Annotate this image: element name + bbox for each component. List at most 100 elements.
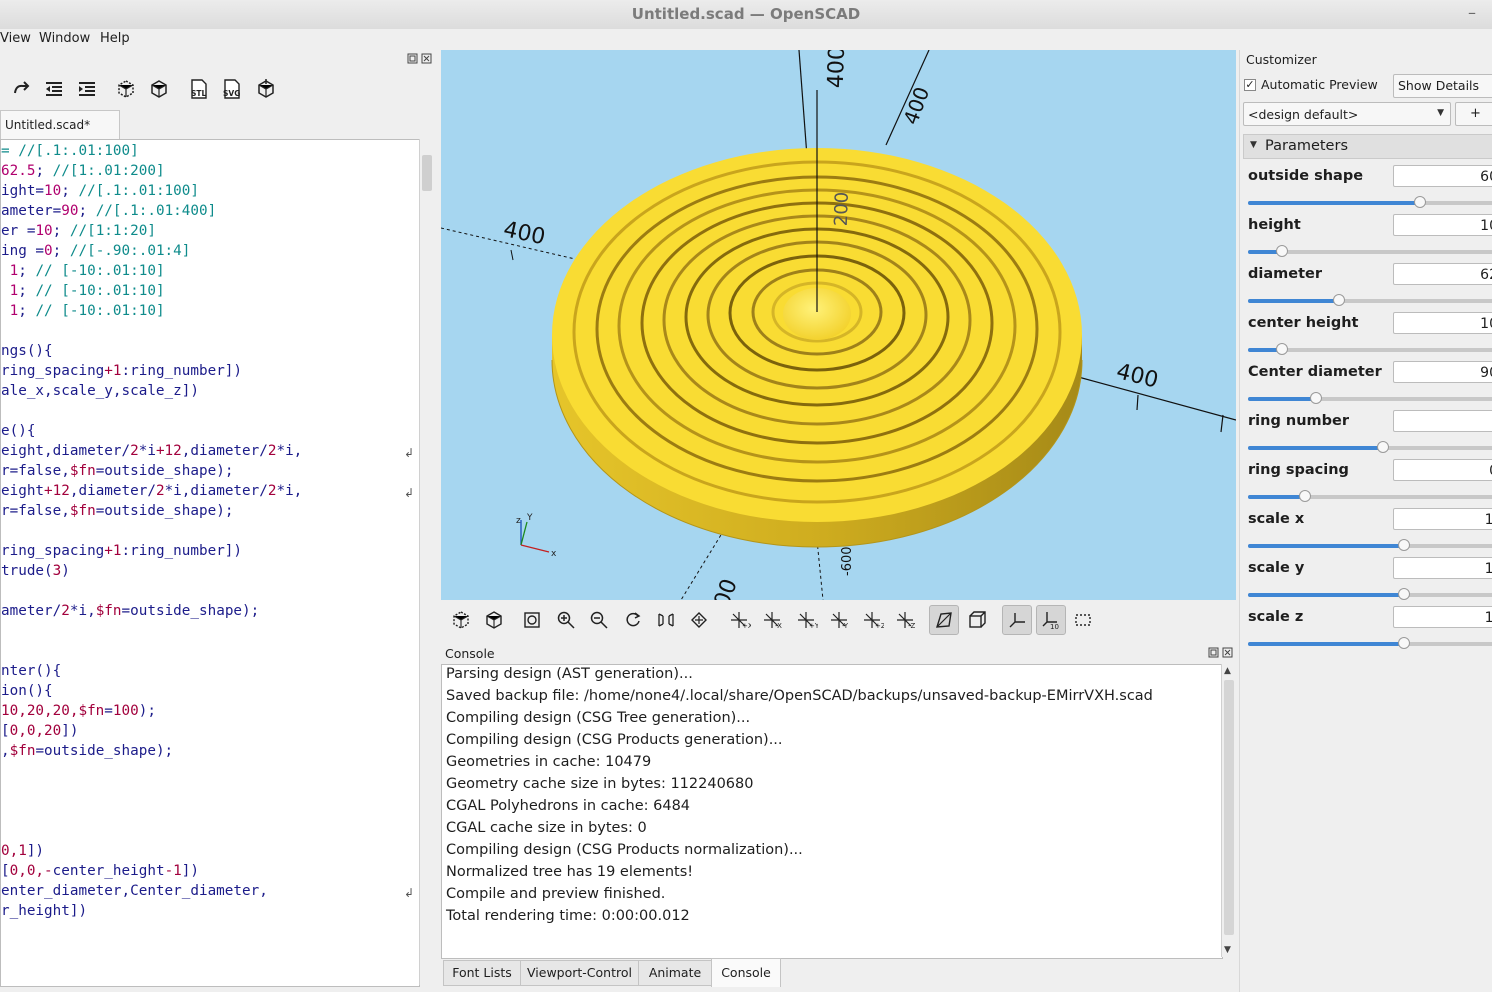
param-value-input[interactable]: 90 <box>1393 361 1492 383</box>
scrollbar-thumb[interactable] <box>422 155 432 191</box>
parameters-section-header[interactable]: ▼ Parameters <box>1243 134 1492 159</box>
slider-handle[interactable] <box>1299 490 1312 502</box>
code-line[interactable]: ight=10; //[.1:.01:100] <box>1 181 199 201</box>
tab-animate[interactable]: Animate <box>638 960 712 986</box>
perspective-icon[interactable] <box>654 608 678 632</box>
export-stl-icon[interactable]: STL <box>187 77 211 101</box>
menu-window[interactable]: Window <box>39 31 90 46</box>
view-front-icon[interactable]: -Y <box>828 608 852 632</box>
reset-view-icon[interactable] <box>621 608 645 632</box>
code-line[interactable]: ameter=90; //[.1:.01:400] <box>1 201 216 221</box>
export-svg-icon[interactable]: SVG <box>220 77 244 101</box>
param-value-input[interactable]: 1. <box>1393 508 1492 530</box>
zoom-in-icon[interactable] <box>554 608 578 632</box>
view-top-icon[interactable]: +Z <box>861 608 885 632</box>
console-output[interactable]: Parsing design (AST generation)... Saved … <box>441 664 1223 959</box>
menu-view[interactable]: View <box>0 31 31 46</box>
slider-handle[interactable] <box>1275 245 1288 257</box>
code-line[interactable]: eight+12,diameter/2*i,diameter/2*i, <box>1 481 302 501</box>
menu-help[interactable]: Help <box>100 31 130 46</box>
preview-icon[interactable] <box>114 77 138 101</box>
param-value-input[interactable]: 1. <box>1393 557 1492 579</box>
tab-untitled-scad[interactable]: Untitled.scad* <box>0 110 120 139</box>
code-line[interactable]: enter_diameter,Center_diameter, <box>1 881 268 901</box>
code-line[interactable]: 1; // [-10:.01:10] <box>1 281 165 301</box>
code-line[interactable]: r=false,$fn=outside_shape); <box>1 501 233 521</box>
code-editor[interactable]: = //[.1:.01:100] 62.5; //[1:.01:200] ight=… <box>0 139 420 987</box>
show-axes-icon[interactable] <box>1002 605 1032 635</box>
view-right-icon[interactable]: +X <box>728 608 752 632</box>
code-line[interactable]: nter(){ <box>1 661 61 681</box>
3d-viewport[interactable]: 400 400 400 400 200 00 -600 z Y x <box>441 50 1236 600</box>
code-line[interactable]: eight,diameter/2*i+12,diameter/2*i, <box>1 441 302 461</box>
window-titlebar[interactable]: Untitled.scad — OpenSCAD – <box>0 0 1492 30</box>
automatic-preview-checkbox[interactable]: ✓ <box>1244 79 1256 91</box>
code-line[interactable]: 10,20,20,$fn=100); <box>1 701 156 721</box>
indent-icon[interactable] <box>75 77 99 101</box>
code-line[interactable]: 0,1]) <box>1 841 44 861</box>
code-line[interactable]: = //[.1:.01:100] <box>1 141 139 161</box>
param-slider[interactable] <box>1248 588 1492 600</box>
code-line[interactable]: ring_spacing+1:ring_number]) <box>1 361 242 381</box>
param-slider[interactable] <box>1248 343 1492 355</box>
slider-handle[interactable] <box>1398 539 1410 551</box>
export-3d-icon[interactable] <box>254 77 278 101</box>
unindent-icon[interactable] <box>42 77 66 101</box>
code-line[interactable]: ing =0; //[-.90:.01:4] <box>1 241 190 261</box>
code-line[interactable]: [0,0,-center_height-1]) <box>1 861 199 881</box>
code-line[interactable]: trude(3) <box>1 561 70 581</box>
view-left-icon[interactable]: -X <box>761 608 785 632</box>
param-value-input[interactable] <box>1393 410 1492 432</box>
perspective-toggle-icon[interactable] <box>929 605 959 635</box>
view-all-icon[interactable] <box>520 608 544 632</box>
param-value-input[interactable]: 10 <box>1393 312 1492 334</box>
minimize-button[interactable]: – <box>1468 3 1476 22</box>
param-value-input[interactable]: 60 <box>1393 165 1492 187</box>
code-line[interactable]: ngs(){ <box>1 341 53 361</box>
param-value-input[interactable]: 10 <box>1393 214 1492 236</box>
code-line[interactable]: r=false,$fn=outside_shape); <box>1 461 233 481</box>
code-line[interactable]: ale_x,scale_y,scale_z]) <box>1 381 199 401</box>
scrollbar-thumb[interactable] <box>1224 680 1234 935</box>
redo-icon[interactable] <box>9 77 33 101</box>
param-value-input[interactable]: 0 <box>1393 459 1492 481</box>
param-value-input[interactable]: 62 <box>1393 263 1492 285</box>
code-line[interactable]: r_height]) <box>1 901 87 921</box>
param-slider[interactable] <box>1248 637 1492 649</box>
param-slider[interactable] <box>1248 294 1492 306</box>
editor-dock-buttons[interactable] <box>407 53 433 68</box>
slider-handle[interactable] <box>1275 343 1288 355</box>
slider-handle[interactable] <box>1377 441 1390 453</box>
zoom-out-icon[interactable] <box>587 608 611 632</box>
show-crosshairs-icon[interactable] <box>1071 608 1095 632</box>
param-value-input[interactable]: 1. <box>1393 606 1492 628</box>
code-line[interactable]: ion(){ <box>1 681 53 701</box>
view-back-icon[interactable]: +Y <box>795 608 819 632</box>
code-line[interactable]: 1; // [-10:.01:10] <box>1 261 165 281</box>
show-details-select[interactable]: Show Details <box>1393 74 1492 98</box>
orthogonal-icon[interactable] <box>965 608 989 632</box>
slider-handle[interactable] <box>1333 294 1345 306</box>
tab-viewport-control[interactable]: Viewport-Control <box>520 960 639 986</box>
param-slider[interactable] <box>1248 392 1492 404</box>
slider-handle[interactable] <box>1398 588 1410 600</box>
add-preset-button[interactable]: + <box>1455 102 1492 126</box>
code-line[interactable]: er =10; //[1:1:20] <box>1 221 156 241</box>
scroll-down-icon[interactable]: ▼ <box>1224 945 1231 955</box>
console-scrollbar[interactable]: ▲ ▼ <box>1221 664 1236 957</box>
preset-dropdown[interactable]: <design default> ▼ <box>1243 102 1451 126</box>
code-line[interactable]: ring_spacing+1:ring_number]) <box>1 541 242 561</box>
slider-handle[interactable] <box>1413 196 1426 208</box>
code-line[interactable]: e(){ <box>1 421 35 441</box>
show-edges-icon[interactable] <box>687 608 711 632</box>
param-slider[interactable] <box>1248 441 1492 453</box>
console-dock-buttons[interactable] <box>1208 647 1234 663</box>
code-line[interactable]: ,$fn=outside_shape); <box>1 741 173 761</box>
code-line[interactable]: 62.5; //[1:.01:200] <box>1 161 165 181</box>
param-slider[interactable] <box>1248 245 1492 257</box>
code-line[interactable]: [0,0,20]) <box>1 721 78 741</box>
preview-icon[interactable] <box>449 608 473 632</box>
code-line[interactable]: ameter/2*i,$fn=outside_shape); <box>1 601 259 621</box>
tab-font-lists[interactable]: Font Lists <box>443 960 521 986</box>
slider-handle[interactable] <box>1309 392 1322 404</box>
